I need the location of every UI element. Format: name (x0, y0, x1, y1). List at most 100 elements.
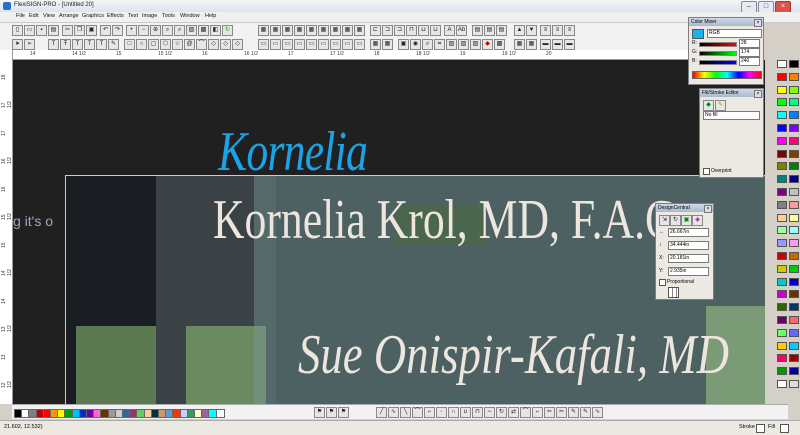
arc-tool-icon[interactable]: ⌒ (412, 407, 423, 418)
scale-icon[interactable]: ▣ (681, 215, 692, 226)
align-tool-icon[interactable]: ⊓ (472, 407, 483, 418)
palette-swatch[interactable] (777, 200, 787, 209)
trace-icon[interactable]: ▨ (458, 39, 469, 50)
palette-swatch[interactable] (777, 239, 787, 248)
palette-swatch[interactable] (777, 162, 787, 171)
design-canvas[interactable]: g it's o Kornelia Kornelia Krol, MD, F.A… (13, 60, 765, 404)
palette-swatch[interactable] (777, 72, 787, 81)
menu-graphics[interactable]: Graphics (82, 13, 104, 19)
align-center-icon[interactable]: ⊐ (382, 25, 393, 36)
palette-swatch[interactable] (777, 252, 787, 260)
palette-swatch[interactable] (777, 264, 787, 273)
offset-icon[interactable]: ▦ (354, 25, 365, 36)
menu-tools[interactable]: Tools (162, 13, 175, 19)
fill-swatch[interactable] (780, 424, 789, 433)
spline-tool-icon[interactable]: ∿ (592, 407, 603, 418)
palette-swatch[interactable] (777, 290, 787, 299)
spectrum-bar[interactable] (692, 71, 762, 79)
palette-swatch[interactable] (789, 60, 799, 68)
distribute-v-icon[interactable]: ≡ (552, 25, 563, 36)
menu-file[interactable]: File (16, 13, 25, 19)
send-icon[interactable]: ▬ (540, 39, 551, 50)
y-field[interactable]: 2.935in (668, 267, 709, 276)
r-slider[interactable] (699, 42, 737, 47)
proportional-checkbox[interactable] (659, 279, 666, 286)
move-icon[interactable]: ⇲ (659, 215, 670, 226)
print2-icon[interactable]: ▬ (552, 39, 563, 50)
bitmap2-icon[interactable]: ▨ (446, 39, 457, 50)
text-tool-icon[interactable]: T (48, 39, 59, 50)
menu-window[interactable]: Window (180, 13, 200, 19)
menu-help[interactable]: Help (205, 13, 216, 19)
palette-swatch[interactable] (789, 98, 799, 107)
stroke-pen-icon[interactable]: ✎ (715, 100, 726, 111)
zoom-icon[interactable]: ⌕ (162, 25, 173, 36)
frame6-icon[interactable]: ▭ (318, 39, 329, 50)
palette-swatch[interactable] (789, 188, 799, 196)
x-field[interactable]: 20.181in (668, 254, 709, 263)
distribute-h-icon[interactable]: ≡ (540, 25, 551, 36)
preview-icon[interactable]: ◧ (210, 25, 221, 36)
polygon-icon[interactable]: ⬡ (160, 39, 171, 50)
layer2-icon[interactable]: ▤ (484, 25, 495, 36)
join-tool-icon[interactable]: ∩ (448, 407, 459, 418)
corner-tool-icon[interactable]: ⌐ (424, 407, 435, 418)
palette-swatch[interactable] (789, 277, 799, 286)
palette-swatch[interactable] (777, 303, 787, 312)
palette-swatch[interactable] (777, 188, 787, 196)
ellipse-icon[interactable]: ○ (136, 39, 147, 50)
contour-icon[interactable]: ▦ (342, 25, 353, 36)
shape-icon[interactable]: ◇ (208, 39, 219, 50)
curve-tool-icon[interactable]: ∿ (388, 407, 399, 418)
align-right-icon[interactable]: ⊐ (394, 25, 405, 36)
kornelia-title-text[interactable]: Kornelia (218, 120, 368, 184)
palette-swatch[interactable] (777, 316, 787, 324)
ungroup-icon[interactable]: ▦ (270, 25, 281, 36)
stroke-swatch[interactable] (756, 424, 765, 433)
refresh-icon[interactable]: ↻ (222, 25, 233, 36)
rotate-icon[interactable]: ↻ (670, 215, 681, 226)
height-field[interactable]: 34.444in (668, 241, 709, 250)
rotate-tool-icon[interactable]: ↻ (496, 407, 507, 418)
align-left-icon[interactable]: ⊏ (370, 25, 381, 36)
palette-swatch[interactable] (777, 341, 787, 350)
bitmap-icon[interactable]: ▩ (198, 25, 209, 36)
menu-edit[interactable]: Edit (29, 13, 38, 19)
palette-swatch[interactable] (777, 111, 787, 120)
text-frame-icon[interactable]: T (72, 39, 83, 50)
close-icon[interactable]: × (754, 90, 762, 98)
trim-icon[interactable]: ▦ (318, 25, 329, 36)
fill-type-select[interactable]: No fill (703, 111, 760, 120)
palette-swatch[interactable] (789, 239, 799, 248)
layer3-icon[interactable]: ▤ (496, 25, 507, 36)
frame-icon[interactable]: ▭ (258, 39, 269, 50)
frame4-icon[interactable]: ▭ (294, 39, 305, 50)
copy-icon[interactable]: ❐ (74, 25, 85, 36)
palette-swatch[interactable] (777, 354, 787, 363)
mirror-tool-icon[interactable]: ⇄ (508, 407, 519, 418)
palette-swatch[interactable] (789, 328, 799, 337)
layer-icon[interactable]: ▤ (472, 25, 483, 36)
cut-path-icon[interactable]: ▦ (514, 39, 525, 50)
palette-swatch[interactable] (789, 316, 799, 324)
palette-swatch[interactable] (789, 213, 799, 222)
palette-swatch[interactable] (789, 380, 799, 388)
width-field[interactable]: 26.667in (668, 228, 709, 237)
palette-swatch[interactable] (777, 380, 787, 388)
color-mode-select[interactable]: RGB (707, 29, 762, 38)
weld-icon[interactable]: ▦ (306, 25, 317, 36)
palette-swatch[interactable] (789, 264, 799, 273)
palette-swatch[interactable] (789, 200, 799, 209)
open-icon[interactable]: ▭ (24, 25, 35, 36)
redo-icon[interactable]: ↷ (112, 25, 123, 36)
frame3-icon[interactable]: ▭ (282, 39, 293, 50)
menu-arrange[interactable]: Arrange (59, 13, 79, 19)
node-edit-icon[interactable]: ➢ (24, 39, 35, 50)
combine-icon[interactable]: ▦ (282, 25, 293, 36)
palette-swatch[interactable] (789, 136, 799, 145)
shear-tool-icon[interactable]: ╱ (376, 407, 387, 418)
image-icon[interactable]: ▨ (186, 25, 197, 36)
palette-swatch[interactable] (789, 124, 799, 132)
close-icon[interactable]: × (704, 205, 712, 213)
palette-swatch[interactable] (789, 149, 799, 158)
